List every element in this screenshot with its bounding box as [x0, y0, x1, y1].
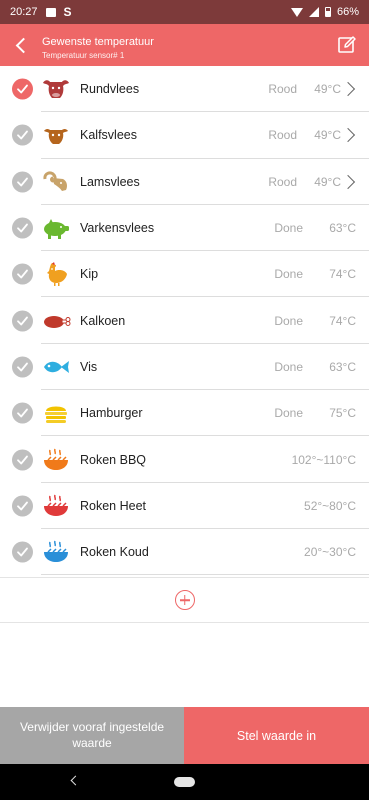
grill-bbq-icon: [41, 447, 71, 473]
unchecked-icon[interactable]: [12, 402, 33, 424]
preset-name: Kip: [80, 267, 99, 282]
turkey-leg-icon: [41, 308, 71, 334]
app-bar: Gewenste temperatuur Temperatuur sensor#…: [0, 24, 369, 66]
preset-name: Hamburger: [80, 406, 143, 421]
preset-row-lamsvlees[interactable]: Lamsvlees Rood 49°C: [0, 159, 369, 205]
preset-doneness: Done: [274, 267, 303, 282]
page-title: Gewenste temperatuur: [42, 36, 154, 48]
chevron-right-icon[interactable]: [340, 174, 356, 189]
preset-row-roken-heet[interactable]: Roken Heet 52°~80°C: [0, 483, 369, 529]
unchecked-icon[interactable]: [12, 541, 33, 563]
preset-name: Roken BBQ: [80, 452, 147, 467]
rooster-icon: [41, 261, 71, 287]
unchecked-icon[interactable]: [12, 449, 33, 471]
chevron-right-icon[interactable]: [340, 82, 356, 97]
preset-doneness: Done: [274, 359, 303, 374]
preset-temperature: 63°C: [329, 221, 356, 236]
unchecked-icon[interactable]: [12, 263, 33, 285]
preset-name: Vis: [80, 359, 98, 374]
unchecked-icon[interactable]: [12, 217, 33, 239]
set-value-button[interactable]: Stel waarde in: [184, 707, 369, 764]
add-preset-icon[interactable]: [174, 590, 195, 610]
preset-doneness: Rood: [268, 82, 297, 97]
preset-row-rundvlees[interactable]: Rundvlees Rood 49°C: [0, 66, 369, 113]
remove-preset-button[interactable]: Verwijder vooraf ingestelde waarde: [0, 707, 184, 764]
preset-row-kalkoen[interactable]: Kalkoen Done 74°C: [0, 297, 369, 344]
back-button[interactable]: [10, 34, 32, 56]
wifi-icon: [290, 7, 303, 17]
preset-row-vis[interactable]: Vis Done 63°C: [0, 344, 369, 391]
navigation-bar: [0, 764, 369, 800]
preset-range: 52°~80°C: [304, 498, 356, 513]
unchecked-icon[interactable]: [12, 171, 33, 193]
preset-name: Varkensvlees: [80, 221, 155, 236]
checked-icon[interactable]: [12, 78, 33, 100]
row-divider: [41, 574, 369, 576]
nav-home-pill-icon[interactable]: [174, 777, 195, 787]
preset-name: Roken Koud: [80, 545, 149, 560]
unchecked-icon[interactable]: [12, 356, 33, 378]
unchecked-icon[interactable]: [12, 310, 33, 332]
ram-head-icon: [41, 169, 71, 195]
preset-row-hamburger[interactable]: Hamburger Done 75°C: [0, 390, 369, 437]
burger-icon: [41, 400, 71, 426]
calf-head-icon: [41, 122, 71, 148]
preset-doneness: Rood: [268, 174, 297, 189]
preset-list: Rundvlees Rood 49°C Kalfsvlees Rood 49°C Lamsv…: [0, 66, 369, 576]
preset-name: Kalfsvlees: [80, 128, 137, 143]
unchecked-icon[interactable]: [12, 495, 33, 517]
preset-range: 102°~110°C: [291, 452, 356, 467]
back-arrow-icon: [15, 37, 32, 53]
preset-temperature: 49°C: [314, 174, 341, 189]
pig-icon: [41, 215, 71, 241]
preset-doneness: Rood: [268, 128, 297, 143]
preset-row-varkensvlees[interactable]: Varkensvlees Done 63°C: [0, 205, 369, 252]
preset-row-roken-koud[interactable]: Roken Koud 20°~30°C: [0, 529, 369, 576]
preset-name: Rundvlees: [80, 82, 140, 97]
cell-signal-icon: [308, 7, 319, 17]
preset-doneness: Done: [274, 221, 303, 236]
preset-temperature: 75°C: [329, 406, 356, 421]
edit-icon[interactable]: [337, 35, 357, 55]
add-preset-row: [0, 577, 369, 623]
fish-icon: [41, 354, 71, 380]
preset-temperature: 74°C: [329, 313, 356, 328]
preset-range: 20°~30°C: [304, 545, 356, 560]
grill-cold-icon: [41, 539, 71, 565]
battery-icon: [324, 7, 331, 17]
chevron-right-icon[interactable]: [340, 128, 356, 143]
preset-temperature: 49°C: [314, 128, 341, 143]
preset-doneness: Done: [274, 406, 303, 421]
preset-temperature: 63°C: [329, 359, 356, 374]
unchecked-icon[interactable]: [12, 124, 33, 146]
preset-row-roken-bbq[interactable]: Roken BBQ 102°~110°C: [0, 436, 369, 483]
status-bar: 20:27 S 66%: [0, 0, 369, 24]
app-s-notification-icon: S: [63, 5, 72, 19]
status-time: 20:27: [10, 6, 38, 18]
page-subtitle: Temperatuur sensor# 1: [42, 51, 125, 60]
preset-row-kalfsvlees[interactable]: Kalfsvlees Rood 49°C: [0, 112, 369, 159]
preset-temperature: 74°C: [329, 267, 356, 282]
cow-head-icon: [41, 76, 71, 102]
preset-name: Kalkoen: [80, 313, 126, 328]
preset-name: Lamsvlees: [80, 174, 140, 189]
preset-doneness: Done: [274, 313, 303, 328]
gallery-notification-icon: [45, 7, 56, 17]
preset-row-kip[interactable]: Kip Done 74°C: [0, 251, 369, 298]
preset-temperature: 49°C: [314, 82, 341, 97]
grill-hot-icon: [41, 493, 71, 519]
preset-name: Roken Heet: [80, 498, 147, 513]
bottom-actions: Verwijder vooraf ingestelde waarde Stel …: [0, 707, 369, 764]
nav-back-icon[interactable]: [70, 775, 81, 786]
battery-percent: 66%: [336, 6, 359, 18]
